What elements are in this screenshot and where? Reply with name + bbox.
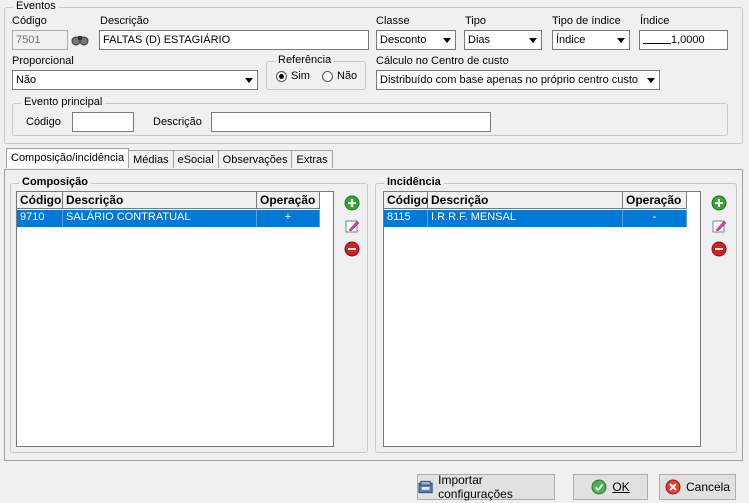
cell-codigo: 9710: [17, 210, 63, 227]
referencia-sim-radio[interactable]: Sim: [276, 70, 310, 82]
col-descricao[interactable]: Descrição: [428, 192, 623, 209]
tab-composicao-incidencia[interactable]: Composição/incidência: [6, 148, 130, 168]
col-operacao[interactable]: Operação: [257, 192, 320, 209]
chevron-down-icon[interactable]: [241, 71, 257, 89]
eventos-legend: Eventos: [13, 0, 59, 12]
close-icon: [665, 479, 681, 495]
ok-label: OK: [612, 480, 630, 494]
composicao-header: Código Descrição Operação: [17, 192, 320, 209]
tab-extras[interactable]: Extras: [291, 150, 333, 168]
edit-composicao-button[interactable]: [342, 216, 362, 236]
add-icon: [344, 195, 360, 211]
check-icon: [591, 479, 607, 495]
ok-button[interactable]: OK: [573, 474, 648, 500]
tab-medias[interactable]: Médias: [128, 150, 174, 168]
classe-label: Classe: [376, 15, 410, 27]
remove-composicao-button[interactable]: [342, 239, 362, 259]
indice-value: 1,0000: [671, 34, 705, 46]
indice-label: Índice: [640, 15, 670, 27]
chevron-down-icon[interactable]: [439, 31, 455, 49]
cell-descricao: SALÁRIO CONTRATUAL: [63, 210, 257, 227]
tipo-indice-value: Índice: [556, 34, 586, 46]
referencia-nao-label: Não: [337, 70, 358, 82]
cell-codigo: 8115: [384, 210, 428, 227]
tab-esocial[interactable]: eSocial: [172, 150, 219, 168]
descricao-field[interactable]: FALTAS (D) ESTAGIÁRIO: [99, 30, 369, 50]
tipo-select[interactable]: Dias: [464, 30, 542, 50]
remove-icon: [711, 241, 727, 257]
col-operacao[interactable]: Operação: [623, 192, 687, 209]
remove-incidencia-button[interactable]: [709, 239, 729, 259]
codigo-field[interactable]: 7501: [12, 30, 68, 50]
ep-descricao-field[interactable]: [211, 112, 491, 132]
cancel-label: Cancela: [685, 480, 731, 494]
cell-operacao: +: [257, 210, 320, 227]
add-incidencia-button[interactable]: [709, 193, 729, 213]
composicao-grid[interactable]: Código Descrição Operação 9710 SALÁRIO C…: [16, 191, 334, 447]
col-codigo[interactable]: Código: [17, 192, 63, 209]
classe-select[interactable]: Desconto: [376, 30, 456, 50]
add-composicao-button[interactable]: [342, 193, 362, 213]
incidencia-grid[interactable]: Código Descrição Operação 8115 I.R.R.F. …: [383, 191, 701, 447]
radio-dot: [276, 70, 287, 82]
cell-descricao: I.R.R.F. MENSAL: [428, 210, 623, 227]
tipo-value: Dias: [468, 34, 491, 46]
radio-dot: [322, 70, 333, 82]
ep-descricao-label: Descrição: [153, 116, 202, 128]
tab-observacoes[interactable]: Observações: [217, 150, 293, 168]
calculo-select[interactable]: Distribuído com base apenas no próprio c…: [376, 70, 660, 90]
import-icon: [418, 480, 433, 494]
tipo-label: Tipo: [465, 15, 486, 27]
composicao-legend: Composição: [19, 176, 92, 188]
table-row[interactable]: 9710 SALÁRIO CONTRATUAL +: [17, 210, 320, 227]
chevron-down-icon[interactable]: [643, 71, 659, 89]
edit-icon: [712, 220, 727, 233]
search-icon[interactable]: [68, 30, 92, 50]
table-row[interactable]: 8115 I.R.R.F. MENSAL -: [384, 210, 687, 227]
col-descricao[interactable]: Descrição: [63, 192, 257, 209]
proporcional-select[interactable]: Não: [12, 70, 258, 90]
codigo-label: Código: [12, 15, 47, 27]
col-codigo[interactable]: Código: [384, 192, 428, 209]
classe-value: Desconto: [380, 34, 427, 46]
edit-icon: [345, 220, 360, 233]
cell-operacao: -: [623, 210, 687, 227]
cancel-button[interactable]: Cancela: [659, 474, 736, 500]
chevron-down-icon[interactable]: [525, 31, 541, 49]
add-icon: [711, 195, 727, 211]
indice-field[interactable]: 1,0000: [639, 30, 728, 50]
importar-configuracoes-button[interactable]: Importar configurações: [417, 473, 555, 501]
proporcional-value: Não: [16, 74, 37, 86]
importar-label: Importar configurações: [438, 473, 513, 501]
referencia-nao-radio[interactable]: Não: [322, 70, 357, 82]
referencia-legend: Referência: [275, 54, 335, 66]
proporcional-label: Proporcional: [12, 55, 74, 67]
calculo-value: Distribuído com base apenas no próprio c…: [380, 74, 639, 86]
incidencia-header: Código Descrição Operação: [384, 192, 687, 209]
tab-bar: Composição/incidência Médias eSocial Obs…: [6, 148, 333, 169]
incidencia-legend: Incidência: [384, 176, 444, 188]
tipo-indice-select[interactable]: Índice: [552, 30, 630, 50]
ep-codigo-field[interactable]: [72, 112, 134, 132]
edit-incidencia-button[interactable]: [709, 216, 729, 236]
remove-icon: [344, 241, 360, 257]
referencia-sim-label: Sim: [291, 70, 310, 82]
chevron-down-icon[interactable]: [613, 31, 629, 49]
evento-principal-legend: Evento principal: [21, 96, 106, 108]
descricao-label: Descrição: [100, 15, 149, 27]
calculo-label: Cálculo no Centro de custo: [376, 55, 509, 67]
tipo-indice-label: Tipo de índice: [552, 15, 621, 27]
ep-codigo-label: Código: [26, 116, 61, 128]
